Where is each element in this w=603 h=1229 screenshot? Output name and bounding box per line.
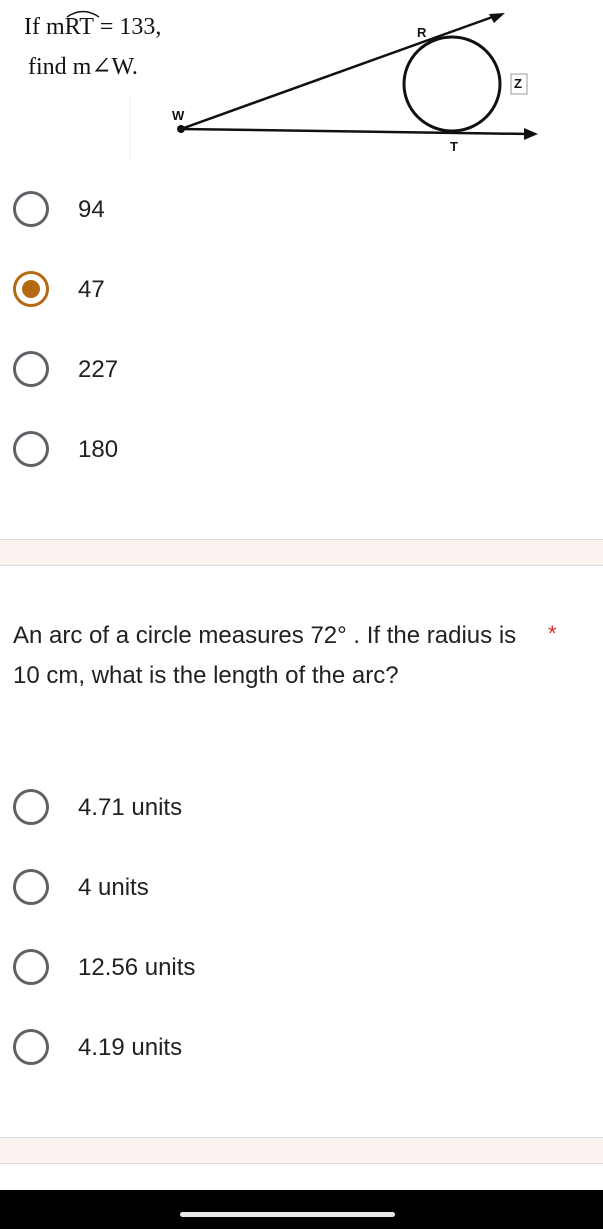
section-gap (0, 540, 603, 566)
question-2-text: An arc of a circle measures 72° . If the… (13, 622, 517, 689)
q1-option-3[interactable]: 227 (0, 341, 603, 401)
radio-button[interactable] (13, 869, 49, 905)
label-w: W (172, 108, 185, 123)
arc-rt: RT (65, 10, 100, 41)
q1-option-2[interactable]: 47 (0, 261, 603, 321)
question-1-card: If m RT = 133, find m∠W. R Z W T 94 47 22… (0, 0, 603, 540)
question-1-figure: If m RT = 133, find m∠W. R Z W T (0, 0, 603, 170)
arc-symbol (66, 10, 100, 18)
figure-given-text: If m RT = 133, (24, 10, 162, 41)
q2-option-2[interactable]: 4 units (0, 859, 603, 919)
card-divider (0, 1163, 603, 1164)
radio-button-selected[interactable] (13, 271, 49, 307)
system-navigation-bar (0, 1190, 603, 1229)
radio-button[interactable] (13, 351, 49, 387)
radio-selected-dot (22, 280, 40, 298)
option-label: 180 (78, 436, 119, 463)
required-asterisk: * (548, 621, 557, 646)
option-label: 4.71 units (78, 794, 183, 821)
figure-find-text: find m∠W. (28, 54, 138, 80)
q2-option-4[interactable]: 4.19 units (0, 1019, 603, 1079)
question-2-card: An arc of a circle measures 72° . If the… (0, 566, 603, 1138)
radio-button[interactable] (13, 431, 49, 467)
option-label: 47 (78, 276, 105, 303)
option-label: 4 units (78, 874, 149, 901)
label-z: Z (514, 76, 522, 91)
label-r: R (417, 25, 427, 40)
figure-given-suffix: = 133, (93, 14, 162, 40)
option-label: 12.56 units (78, 954, 196, 981)
option-label: 94 (78, 196, 105, 223)
figure-given-prefix: If m (24, 14, 65, 40)
q2-option-1[interactable]: 4.71 units (0, 779, 603, 839)
label-t: T (450, 139, 458, 154)
q1-option-4[interactable]: 180 (0, 421, 603, 481)
option-label: 227 (78, 356, 119, 383)
radio-button[interactable] (13, 789, 49, 825)
q2-option-3[interactable]: 12.56 units (0, 939, 603, 999)
q1-option-1[interactable]: 94 (0, 181, 603, 241)
option-label: 4.19 units (78, 1034, 183, 1061)
radio-button[interactable] (13, 1029, 49, 1065)
radio-button[interactable] (13, 949, 49, 985)
radio-button[interactable] (13, 191, 49, 227)
section-gap (0, 1138, 603, 1164)
home-gesture-handle[interactable] (180, 1212, 395, 1217)
